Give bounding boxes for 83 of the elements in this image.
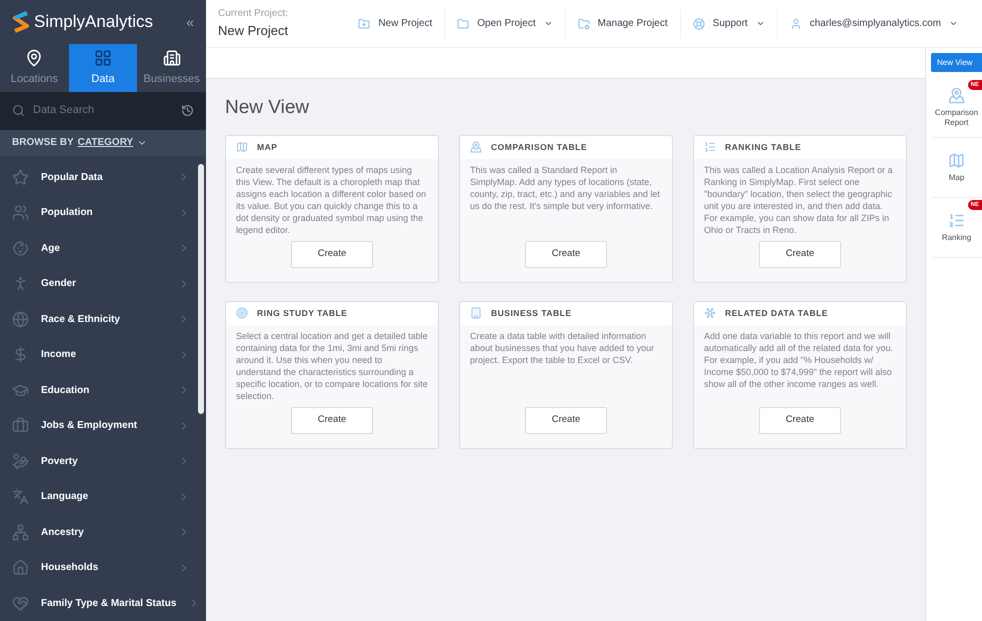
grid-icon [94,48,112,67]
category-icon [12,559,29,576]
category-icon [12,417,29,434]
card-title: RANKING TABLE [725,140,802,154]
category-item[interactable]: Jobs & Employment [0,408,198,444]
brand-name: SimplyAnalytics [34,11,154,34]
category-item[interactable]: Popular Data [0,160,198,195]
page-title: New View [225,96,310,120]
map-icon [236,141,248,153]
category-icon [12,168,29,186]
category-item[interactable]: Race & Ethnicity [0,302,198,337]
category-item[interactable]: Households [0,550,198,586]
create-button[interactable]: Create [525,406,607,434]
building-icon [470,307,482,319]
create-button[interactable]: Create [759,240,841,268]
building-icon [162,48,181,67]
folder-icon [457,18,470,30]
category-item[interactable]: Poverty [0,444,198,479]
target-icon [236,307,248,319]
card-title: MAP [257,140,278,154]
caret-icon [756,19,765,28]
pin-icon [25,48,44,67]
card-description: Create several different types of maps using this View. The default is a choropleth map that assigns each location a different color based on its value. But you can quickly change this to a dot density or graduated symbol map using the legend editor. [235,164,427,237]
card-description: Create a data table with detailed information about businesses that you have added to your project. Export the table to Excel or CSV. [469,330,656,367]
category-icon [12,240,29,257]
history-icon [181,104,194,118]
scrollbar[interactable] [198,164,204,414]
category-item[interactable]: Population [0,195,198,230]
card-description: Select a central location and get a detailed table containing data for the 1mi, 3mi and 5mi rings around it. Use this when you need to understand the characteristics surrounding a specific location, or to compare locations for site selection. [235,330,429,402]
card-description: Add one data variable to this report and we will automatically add all of the related data for you. For example, if you add "% Households w/ Income $50,000 to $74,999" the report will also show all of the other income ranges as well. [703,330,894,391]
search-bar[interactable]: Data Search [0,92,206,130]
category-item[interactable]: Family Type & Marital Status [0,586,198,621]
caret-icon [544,19,553,28]
category-item[interactable]: Education [0,372,198,408]
search-icon [12,104,25,118]
list-icon [704,141,716,153]
category-icon [12,488,29,506]
card-title: BUSINESS TABLE [491,306,572,320]
category-item[interactable]: Age [0,230,198,266]
category-icon [12,204,29,222]
map-icon [948,152,965,169]
menu-button[interactable]: Open Project [444,8,565,38]
browse-mode-dropdown[interactable]: CATEGORY [78,135,148,150]
map-pins-icon [470,141,482,153]
logo-icon [12,10,30,34]
collapse-button[interactable]: « [186,12,194,32]
card-title: RING STUDY TABLE [257,306,348,320]
lifebuoy-icon [692,18,705,30]
folder-icon [578,18,590,30]
nav-tab[interactable]: Data [68,44,138,92]
category-icon [12,310,29,328]
card-description: This was called a Location Analysis Report or a Ranking in SimplyMap. First select one "boundary" location, then select the geographic unit you are interested in, and then add data. For example, you can show data for all ZIPs in Ohio or Tracts in Reno. [703,164,894,236]
search-field[interactable]: Data Search [33,102,173,119]
browse-label: BROWSE BY [12,136,74,150]
category-icon [12,524,29,541]
map-pins-icon [948,87,965,104]
nav-tab[interactable]: Businesses [137,44,206,92]
category-item[interactable]: Ancestry [0,514,198,550]
menu-button[interactable]: charles@simplyanalytics.com [776,8,970,38]
card-title: COMPARISON TABLE [491,140,587,154]
new-view-button[interactable]: New View [931,53,982,72]
folder-icon [358,18,370,30]
category-icon [12,452,29,470]
category-item[interactable]: Language [0,479,198,514]
create-button[interactable]: Create [759,406,841,434]
user-icon [790,18,802,30]
category-item[interactable]: Gender [0,266,198,302]
category-icon [12,594,29,612]
snowflake-icon [704,307,716,319]
category-item[interactable]: Income [0,337,198,372]
menu-button[interactable]: Support [680,8,777,38]
create-button[interactable]: Create [525,240,607,268]
create-button[interactable]: Create [291,240,373,268]
list-icon [948,212,965,229]
card-title: RELATED DATA TABLE [725,306,828,320]
caret-icon [949,19,958,28]
card-description: This was called a Standard Report in SimplyMap. Add any types of locations (state, county, zip, tract, etc.) and any variables and let us do the rest. It's simple but very informative. [469,164,661,213]
menu-button[interactable]: Manage Project [564,8,680,38]
create-button[interactable]: Create [291,406,373,434]
project-caption: Current Project: [218,7,288,22]
menu-button[interactable]: New Project [346,8,444,38]
project-name: New Project [218,22,288,40]
nav-tab[interactable]: Locations [0,44,69,92]
